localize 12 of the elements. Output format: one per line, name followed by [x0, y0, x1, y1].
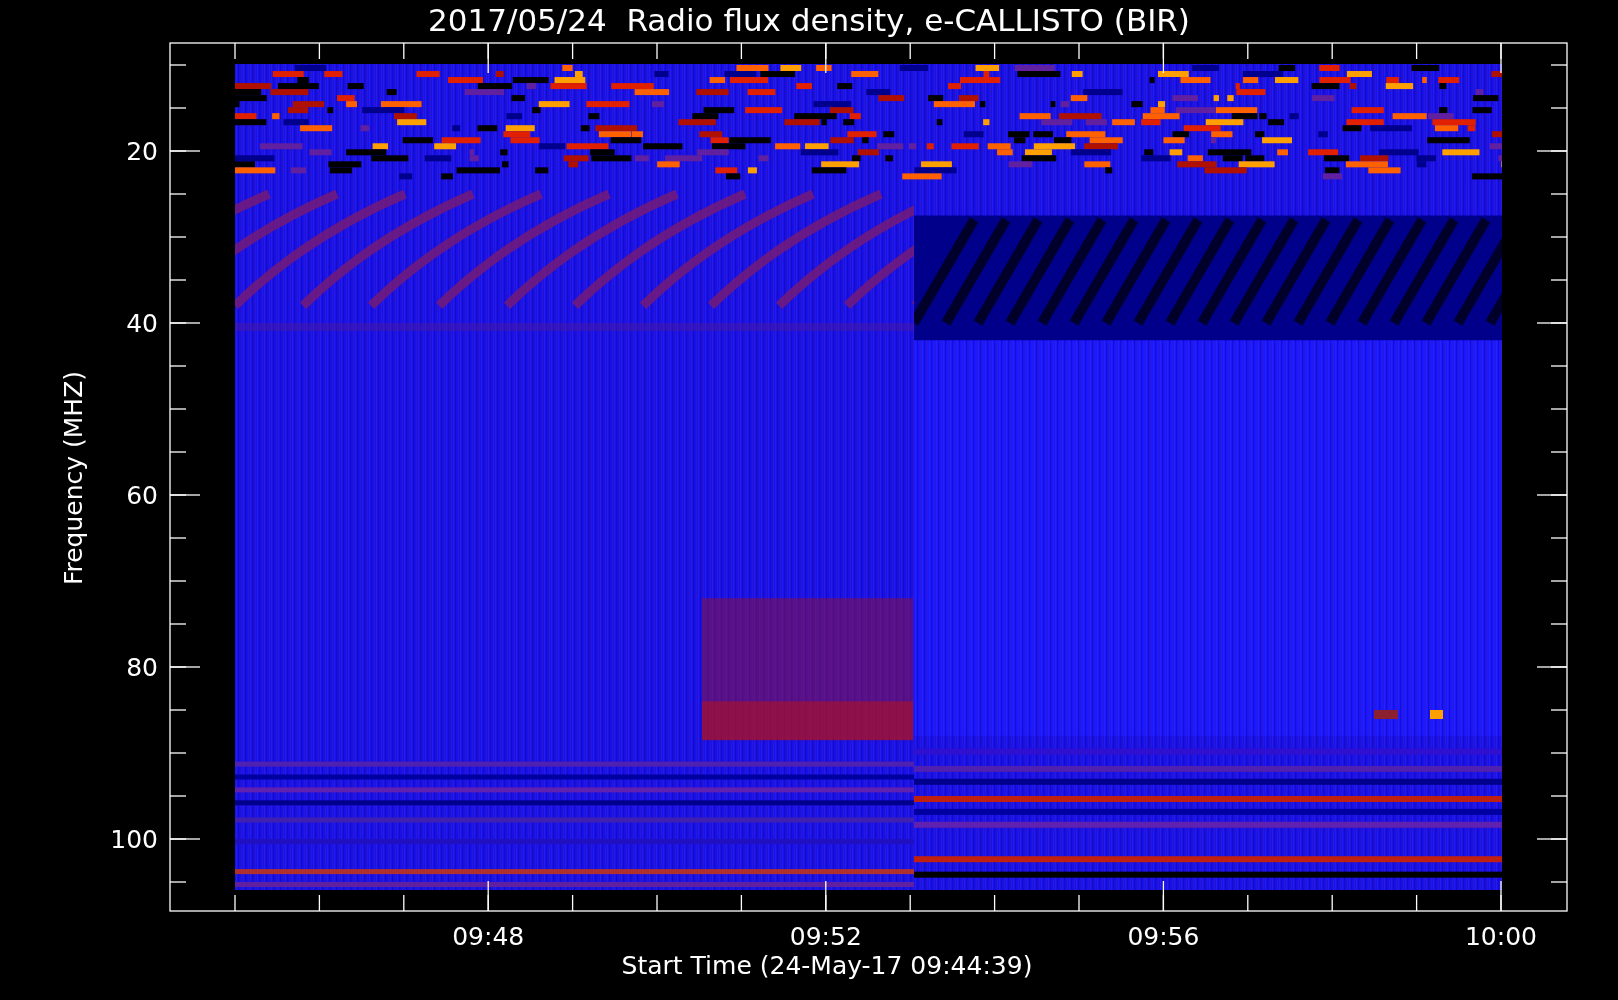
x-tick-label: 09:56 [1127, 922, 1200, 951]
y-tick-label: 100 [110, 825, 158, 854]
y-tick-label: 20 [126, 137, 158, 166]
y-tick-label: 60 [126, 481, 158, 510]
x-tick-label: 10:00 [1465, 922, 1537, 951]
x-tick-label: 09:48 [452, 922, 525, 951]
x-axis-label: Start Time (24-May-17 09:44:39) [621, 951, 1033, 980]
plot-title: 2017/05/24 Radio flux density, e-CALLISTO (BIR) [428, 2, 1190, 38]
y-tick-label: 80 [126, 653, 158, 682]
y-tick-label: 40 [126, 309, 158, 338]
y-axis-label: Frequency (MHZ) [59, 370, 88, 586]
x-tick-label: 09:52 [789, 922, 862, 951]
